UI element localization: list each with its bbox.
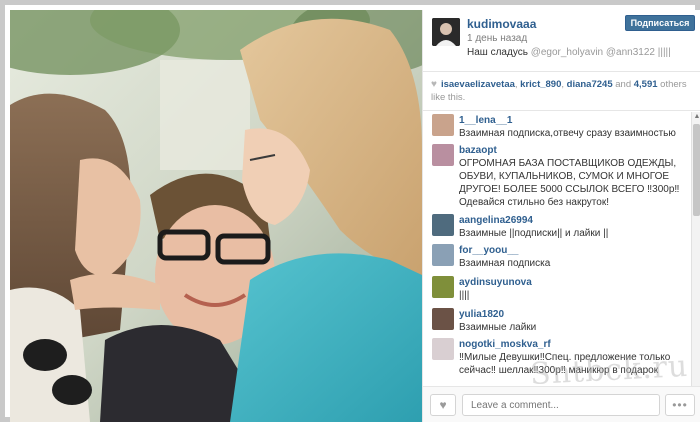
commenter-username[interactable]: aydinsuyunova	[459, 276, 687, 289]
likes-summary: ♥ isaevaelizavetaa, krict_890, diana7245 …	[423, 73, 700, 111]
commenter-avatar[interactable]	[432, 338, 454, 360]
comment-item: aydinsuyunova ||||	[423, 274, 691, 306]
more-options-button[interactable]: •••	[665, 394, 695, 416]
heart-icon: ♥	[439, 398, 447, 412]
commenter-username[interactable]: aangelina26994	[459, 214, 687, 227]
comment-text: Взаимная подписка,отвечу сразу взаимност…	[459, 128, 676, 139]
comment-text: Взаимные ||подписки|| и лайки ||	[459, 228, 609, 239]
comment-text: ||||	[459, 290, 470, 301]
comment-text: Взаимная подписка	[459, 258, 551, 269]
post-caption: Наш сладусь @egor_holyavin @ann3122 ||||…	[467, 47, 695, 58]
commenter-avatar[interactable]	[432, 244, 454, 266]
commenter-avatar[interactable]	[432, 308, 454, 330]
follow-button[interactable]: Подписаться	[625, 15, 695, 31]
author-username[interactable]: kudimovaaa	[467, 17, 536, 31]
commenter-username[interactable]: 1__lena__1	[459, 114, 687, 127]
author-avatar[interactable]	[432, 18, 460, 46]
liker-link[interactable]: diana7245	[567, 79, 613, 90]
commenter-avatar[interactable]	[432, 276, 454, 298]
comments-scrollbar[interactable]: ▲	[691, 112, 700, 386]
liker-link[interactable]: krict_890	[520, 79, 561, 90]
scrollbar-thumb[interactable]	[693, 124, 700, 216]
comment-item: 1__lena__1 Взаимная подписка,отвечу сраз…	[423, 112, 691, 142]
post-header: kudimovaaa 1 день назад Наш сладусь @ego…	[423, 10, 700, 72]
comment-footer: ♥ •••	[423, 386, 700, 422]
comment-text: ОГРОМНАЯ БАЗА ПОСТАВЩИКОВ ОДЕЖДЫ, ОБУВИ,…	[459, 158, 680, 208]
comment-text: Взаимные лайки	[459, 322, 537, 333]
comment-item: for__yoou__ Взаимная подписка	[423, 242, 691, 274]
comment-item: yulia1820 Взаимные лайки	[423, 306, 691, 336]
comment-item: bazaopt ОГРОМНАЯ БАЗА ПОСТАВЩИКОВ ОДЕЖДЫ…	[423, 142, 691, 212]
like-button[interactable]: ♥	[430, 394, 456, 416]
liker-link[interactable]: isaevaelizavetaa	[441, 79, 515, 90]
comments-list[interactable]: 1__lena__1 Взаимная подписка,отвечу сраз…	[423, 112, 691, 386]
scroll-up-arrow-icon[interactable]: ▲	[692, 112, 700, 122]
commenter-avatar[interactable]	[432, 214, 454, 236]
commenter-username[interactable]: nogotki_moskva_rf	[459, 338, 687, 351]
commenter-username[interactable]: bazaopt	[459, 144, 687, 157]
comment-input[interactable]	[462, 394, 660, 416]
commenter-username[interactable]: yulia1820	[459, 308, 687, 321]
comment-item: aangelina26994 Взаимные ||подписки|| и л…	[423, 212, 691, 242]
likes-count[interactable]: 4,591	[634, 79, 658, 90]
post-photo-illustration	[10, 10, 422, 422]
post-photo[interactable]	[10, 10, 422, 422]
commenter-avatar[interactable]	[432, 114, 454, 136]
caption-text: Наш сладусь	[467, 47, 531, 58]
instagram-embed-frame: kudimovaaa 1 день назад Наш сладусь @ego…	[0, 0, 700, 422]
likes-and-text: and	[612, 79, 634, 90]
caption-mentions[interactable]: @egor_holyavin @ann3122 |||||	[531, 47, 671, 58]
post-timestamp[interactable]: 1 день назад	[467, 33, 527, 44]
heart-icon: ♥	[431, 79, 437, 90]
commenter-avatar[interactable]	[432, 144, 454, 166]
commenter-username[interactable]: for__yoou__	[459, 244, 687, 257]
